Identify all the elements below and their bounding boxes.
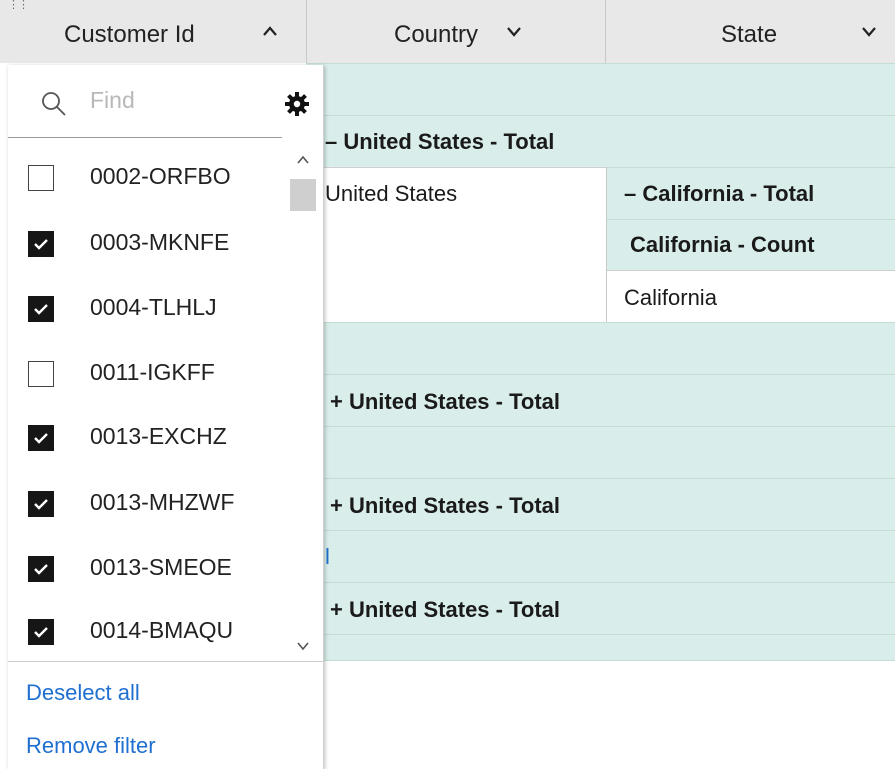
filter-item[interactable]: 0013-MHZWF: [8, 474, 308, 540]
checkmark-icon: [34, 499, 48, 510]
filter-item-label: 0011-IGKFF: [90, 359, 215, 385]
chevron-down-icon[interactable]: [506, 25, 522, 37]
state-count-label: California - Count: [630, 232, 815, 257]
checkmark-icon: [34, 304, 48, 315]
checkbox-checked[interactable]: [28, 296, 54, 322]
checkbox-checked[interactable]: [28, 619, 54, 645]
group-band: [306, 322, 895, 374]
search-input[interactable]: [90, 87, 270, 114]
checkmark-icon: [34, 239, 48, 250]
filter-item[interactable]: 0014-BMAQU: [8, 602, 308, 668]
grid-header: ⋮⋮ Customer Id Country State: [0, 0, 895, 63]
checkbox-unchecked[interactable]: [28, 361, 54, 387]
column-divider: [606, 167, 607, 322]
partial-text: l: [325, 544, 330, 569]
filter-item[interactable]: 0011-IGKFF: [8, 344, 308, 410]
checkbox-unchecked[interactable]: [28, 165, 54, 191]
checkmark-icon: [34, 433, 48, 444]
chevron-up-icon[interactable]: [262, 25, 278, 37]
column-header-label: Country: [394, 21, 479, 48]
checkbox-checked[interactable]: [28, 231, 54, 257]
scroll-down-icon[interactable]: [297, 641, 309, 651]
filter-item-label: 0004-TLHLJ: [90, 294, 217, 320]
group-total-label[interactable]: + United States - Total: [330, 389, 560, 415]
group-total-label[interactable]: – United States - Total: [325, 129, 554, 155]
filter-item[interactable]: 0003-MKNFE: [8, 214, 308, 280]
column-header-country[interactable]: Country: [307, 0, 605, 63]
filter-item-label: 0003-MKNFE: [90, 229, 230, 255]
column-header-customer-id[interactable]: Customer Id: [0, 0, 306, 63]
remove-filter-link[interactable]: Remove filter: [26, 733, 156, 759]
filter-item-label: 0013-EXCHZ: [90, 423, 227, 449]
chevron-down-icon[interactable]: [861, 25, 877, 37]
search-box: [8, 65, 282, 138]
checkmark-icon: [34, 627, 48, 638]
checkbox-checked[interactable]: [28, 491, 54, 517]
filter-item[interactable]: 0004-TLHLJ: [8, 279, 308, 345]
popup-divider: [8, 661, 323, 662]
column-header-label: State: [721, 21, 778, 48]
group-band: [306, 426, 895, 478]
group-total-label[interactable]: + United States - Total: [330, 493, 560, 519]
scrollbar-thumb[interactable]: [290, 179, 316, 211]
column-header-label: Customer Id: [64, 21, 195, 48]
checkmark-icon: [34, 564, 48, 575]
scroll-up-icon[interactable]: [297, 155, 309, 165]
search-icon: [42, 92, 66, 116]
filter-scrollbar[interactable]: [288, 147, 318, 661]
filter-item-label: 0002-ORFBO: [90, 163, 231, 189]
deselect-all-link[interactable]: Deselect all: [26, 680, 140, 706]
filter-item-label: 0013-MHZWF: [90, 489, 235, 515]
country-value: United States: [325, 181, 458, 206]
group-band: [306, 634, 895, 661]
column-header-state[interactable]: State: [606, 0, 895, 63]
group-total-label[interactable]: + United States - Total: [330, 597, 560, 623]
state-total-label[interactable]: – California - Total: [624, 181, 814, 207]
checkbox-checked[interactable]: [28, 425, 54, 451]
filter-item-label: 0013-SMEOE: [90, 554, 232, 580]
filter-item[interactable]: 0013-SMEOE: [8, 539, 308, 605]
state-value: California: [624, 285, 717, 310]
gear-icon[interactable]: [284, 91, 310, 117]
group-band: [306, 63, 895, 115]
filter-item[interactable]: 0013-EXCHZ: [8, 408, 308, 474]
filter-item-label: 0014-BMAQU: [90, 617, 234, 643]
filter-item[interactable]: 0002-ORFBO: [8, 148, 308, 214]
filter-popup: 0002-ORFBO 0003-MKNFE 0004-TLHLJ 0011-IG…: [8, 65, 324, 769]
checkbox-checked[interactable]: [28, 556, 54, 582]
group-band: [306, 530, 895, 582]
